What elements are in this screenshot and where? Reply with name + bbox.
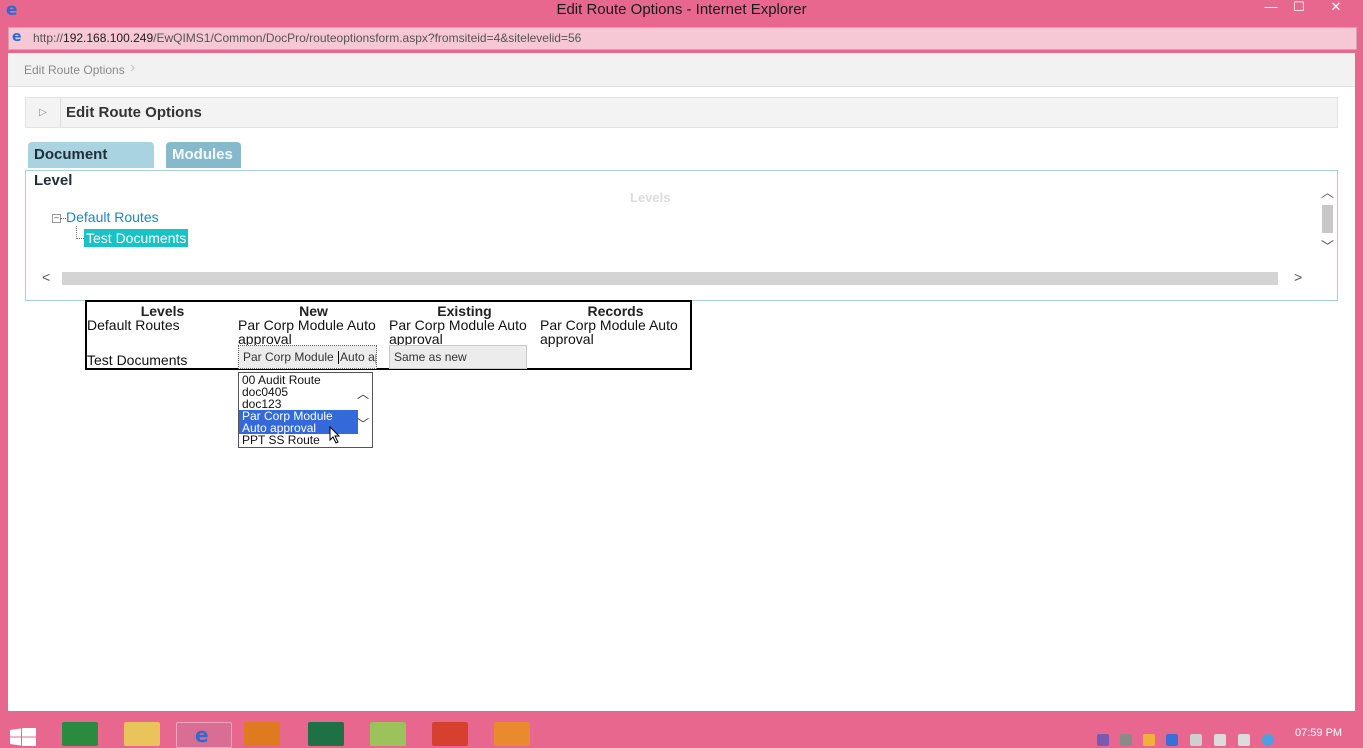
tray-app-icon[interactable] — [1097, 734, 1109, 746]
levels-tree-panel: Levels – Default Routes Test Documents ︿… — [25, 170, 1338, 301]
new-route-select[interactable]: Par Corp Module Auto ap — [238, 345, 377, 369]
scroll-up-icon[interactable]: ︿ — [1321, 182, 1334, 201]
tray-flag-icon[interactable] — [1190, 734, 1202, 746]
close-button[interactable]: ✕ — [1322, 0, 1350, 20]
tray-app-icon[interactable] — [1166, 734, 1178, 746]
tree-header: Levels — [630, 190, 671, 205]
scroll-left-icon[interactable]: < — [42, 269, 50, 285]
route-dropdown-list[interactable]: 00 Audit Route doc0405 doc123 Par Corp M… — [238, 372, 373, 448]
row-records-value: Par Corp Module Auto approval — [540, 317, 678, 347]
scroll-up-icon[interactable]: ︿ — [357, 385, 369, 402]
tab-modules[interactable]: Modules — [166, 142, 241, 168]
system-clock[interactable]: 07:59 PM — [1295, 727, 1342, 739]
excel-icon[interactable] — [308, 722, 344, 746]
scroll-down-icon[interactable]: ﹀ — [1321, 236, 1334, 255]
vertical-scrollbar[interactable]: ︿ ﹀ — [1318, 171, 1337, 269]
breadcrumb-item[interactable]: Edit Route Options — [24, 63, 125, 77]
scroll-down-icon[interactable]: ﹀ — [357, 415, 369, 432]
tab-document-level[interactable]: Document Level — [28, 142, 154, 189]
row-level-label: Test Documents — [87, 352, 188, 368]
teamviewer-icon[interactable] — [1262, 734, 1274, 746]
tray-app-icon[interactable] — [1143, 734, 1155, 746]
horizontal-scrollbar[interactable]: < > — [26, 269, 1318, 286]
address-bar[interactable]: e http://192.168.100.249/EwQIMS1/Common/… — [8, 27, 1357, 50]
route-options-table: Levels New Existing Records Default Rout… — [85, 300, 692, 370]
breadcrumb: Edit Route Options › — [8, 53, 1355, 87]
app-icon[interactable] — [370, 722, 406, 746]
mouse-pointer-icon — [329, 426, 341, 444]
taskbar: e 07:59 PM — [0, 718, 1363, 748]
volume-icon[interactable] — [1238, 734, 1250, 746]
internet-explorer-icon: e — [195, 723, 209, 747]
minimize-button[interactable]: — — [1257, 0, 1285, 20]
internet-explorer-icon: e — [12, 29, 22, 45]
page-content: Edit Route Options › ▷ Edit Route Option… — [8, 53, 1355, 711]
maximize-button[interactable]: ☐ — [1285, 0, 1313, 20]
window-title: Edit Route Options - Internet Explorer — [556, 1, 807, 18]
breadcrumb-separator-icon: › — [130, 59, 136, 76]
expand-toggle-icon[interactable]: ▷ — [26, 98, 61, 127]
media-player-icon[interactable] — [494, 722, 530, 746]
file-explorer-icon[interactable] — [124, 722, 160, 746]
window-titlebar: e Edit Route Options - Internet Explorer… — [0, 0, 1363, 22]
row-existing-value: Par Corp Module Auto approval — [389, 317, 527, 347]
tree-node-default-routes[interactable]: Default Routes — [66, 209, 159, 225]
row-new-value: Par Corp Module Auto approval — [238, 317, 376, 347]
tray-app-icon[interactable] — [1120, 734, 1132, 746]
panel-header: ▷ Edit Route Options — [25, 97, 1338, 128]
scroll-thumb[interactable] — [62, 272, 1278, 285]
scroll-right-icon[interactable]: > — [1294, 269, 1302, 285]
windows-start-icon[interactable] — [10, 728, 36, 746]
text-cursor — [338, 351, 340, 365]
internet-explorer-taskbar-icon[interactable]: e — [176, 722, 232, 748]
outlook-icon[interactable] — [244, 722, 280, 746]
scroll-thumb[interactable] — [1322, 205, 1333, 233]
chrome-icon[interactable] — [432, 722, 468, 746]
panel-title: Edit Route Options — [66, 104, 202, 121]
tree-node-test-documents[interactable]: Test Documents — [84, 229, 189, 247]
row-level-label: Default Routes — [87, 317, 180, 333]
network-icon[interactable] — [1214, 734, 1226, 746]
tree-view: Levels – Default Routes Test Documents — [26, 171, 1318, 269]
tree-connector — [76, 238, 84, 239]
store-app-icon[interactable] — [62, 722, 98, 746]
url-text: http://192.168.100.249/EwQIMS1/Common/Do… — [33, 31, 582, 45]
existing-route-select[interactable]: Same as new — [389, 345, 527, 369]
